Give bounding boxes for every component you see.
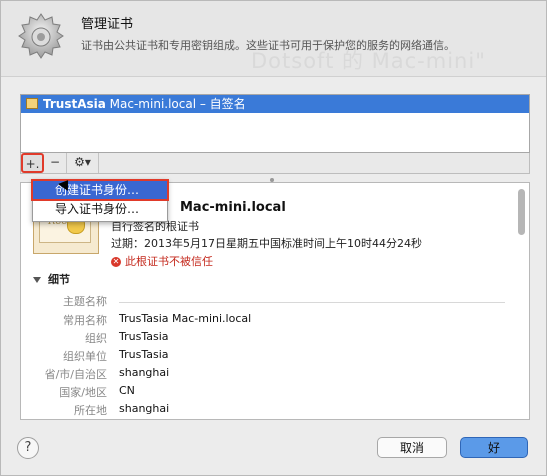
error-icon: ✕ bbox=[111, 257, 121, 267]
field-row: 组织 TrusTasia bbox=[21, 330, 529, 348]
certificate-icon bbox=[26, 98, 38, 109]
remove-button[interactable]: − bbox=[44, 153, 67, 173]
scrollbar[interactable] bbox=[518, 189, 525, 235]
menu-item-create-identity[interactable]: 创建证书身份… bbox=[31, 179, 169, 201]
field-value: shanghai bbox=[119, 402, 170, 415]
field-row: 省/市/自治区 shanghai bbox=[21, 366, 529, 384]
gear-icon bbox=[18, 13, 64, 59]
field-row: 常用名称 TrusTasia Mac-mini.local bbox=[21, 312, 529, 330]
dialog-title: 管理证书 bbox=[81, 17, 134, 32]
details-disclosure[interactable]: 细节 bbox=[33, 271, 70, 287]
field-label: 常用名称 bbox=[63, 314, 107, 327]
disclosure-triangle-icon[interactable] bbox=[33, 277, 41, 283]
certificate-name: Mac-mini.local bbox=[180, 200, 286, 215]
list-item-selected[interactable]: TrustAsia Mac-mini.local – 自签名 bbox=[21, 95, 529, 113]
list-item-detail: Mac-mini.local – 自签名 bbox=[105, 97, 246, 111]
field-label: 国家/地区 bbox=[59, 386, 107, 399]
field-value: shanghai bbox=[119, 366, 170, 379]
action-menu-button[interactable]: ⚙▾ bbox=[67, 153, 99, 173]
add-dropdown-menu: 创建证书身份… 导入证书身份… bbox=[31, 179, 169, 222]
field-label: 组织单位 bbox=[63, 350, 107, 363]
list-toolbar: +. − ⚙▾ bbox=[20, 153, 530, 174]
field-value: TrusTasia Mac-mini.local bbox=[119, 312, 252, 325]
field-value: TrusTasia bbox=[119, 330, 169, 343]
list-item-name: TrustAsia bbox=[43, 97, 106, 111]
background-watermark: Dotsoft 的 Mac-mini" bbox=[251, 49, 486, 73]
field-label: 主题名称 bbox=[63, 295, 107, 308]
field-row: 所在地 shanghai bbox=[21, 402, 529, 419]
field-label: 省/市/自治区 bbox=[44, 368, 107, 381]
trust-warning: ✕ 此根证书不被信任 bbox=[111, 253, 213, 269]
field-row: 组织单位 TrusTasia bbox=[21, 348, 529, 366]
field-value: CN bbox=[119, 384, 135, 397]
header: 管理证书 证书由公共证书和专用密钥组成。这些证书可用于保护您的服务的网络通信。 … bbox=[1, 1, 546, 77]
details-section-label: 细节 bbox=[48, 273, 70, 286]
field-row: 国家/地区 CN bbox=[21, 384, 529, 402]
list-empty-area bbox=[21, 115, 529, 152]
field-value: TrusTasia bbox=[119, 348, 169, 361]
field-separator bbox=[119, 302, 505, 303]
field-label: 所在地 bbox=[74, 404, 107, 417]
cancel-button[interactable]: 取消 bbox=[377, 437, 447, 458]
help-button[interactable]: ? bbox=[17, 437, 39, 459]
certificate-manager-sheet: 管理证书 证书由公共证书和专用密钥组成。这些证书可用于保护您的服务的网络通信。 … bbox=[0, 0, 547, 476]
certificate-expiry: 过期：2013年5月17日星期五中国标准时间上午10时44分24秒 bbox=[111, 237, 422, 250]
field-row: 主题名称 bbox=[21, 293, 529, 311]
add-button[interactable]: +. bbox=[21, 153, 44, 173]
certificate-list[interactable]: TrustAsia Mac-mini.local – 自签名 bbox=[20, 94, 530, 153]
ok-button[interactable]: 好 bbox=[460, 437, 528, 458]
field-label: 组织 bbox=[85, 332, 107, 345]
menu-item-import-identity[interactable]: 导入证书身份… bbox=[33, 200, 167, 218]
trust-warning-text: 此根证书不被信任 bbox=[125, 255, 213, 268]
